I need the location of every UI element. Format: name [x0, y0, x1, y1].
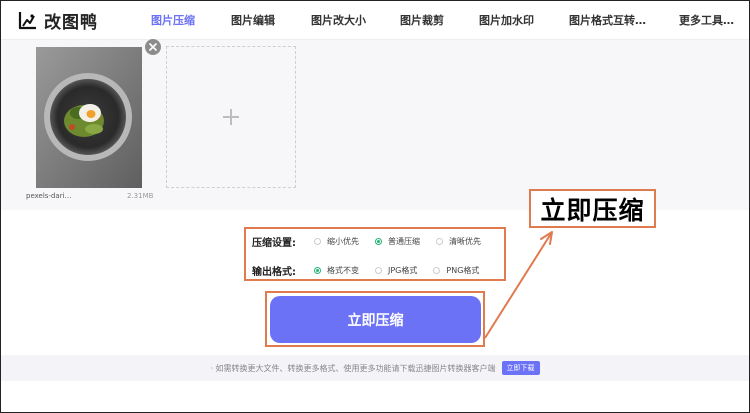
compress-setting-label: 压缩设置: — [252, 237, 296, 249]
logo-text: 改图鸭 — [44, 13, 98, 33]
nav-item-more-tools[interactable]: 更多工具… — [679, 12, 734, 28]
radio-label: 格式不变 — [327, 265, 359, 275]
radio-dot — [433, 266, 441, 274]
radio-label: 普通压缩 — [388, 236, 420, 246]
nav-item-resize[interactable]: 图片改大小 — [311, 12, 366, 28]
food-photo-thumbnail — [36, 47, 142, 188]
callout-label-box: 立即压缩 — [529, 189, 656, 228]
output-format-label: 输出格式: — [252, 266, 296, 278]
radio-label: JPG格式 — [388, 265, 418, 275]
callout-text: 立即压缩 — [540, 195, 645, 225]
radio-label: 缩小优先 — [327, 236, 359, 246]
top-header: 改图鸭 图片压缩 图片编辑 图片改大小 图片裁剪 图片加水印 图片格式互转… 更… — [0, 0, 750, 40]
nav-item-watermark[interactable]: 图片加水印 — [479, 12, 534, 28]
file-size: 2.31MB — [127, 192, 154, 200]
radio-dot-selected — [375, 237, 382, 245]
file-name: pexels-dari… — [26, 192, 72, 200]
nav-item-format-convert[interactable]: 图片格式互转… — [569, 12, 646, 28]
radio-format-unchanged[interactable]: 格式不变 — [314, 265, 359, 276]
radio-normal-compress[interactable]: 普通压缩 — [375, 236, 420, 247]
close-icon — [149, 43, 157, 51]
nav-item-crop[interactable]: 图片裁剪 — [400, 12, 444, 28]
radio-format-png[interactable]: PNG格式 — [433, 265, 479, 276]
plus-icon — [223, 109, 239, 125]
radio-dot-selected — [314, 266, 321, 274]
logo-icon — [18, 11, 36, 29]
nav-item-edit[interactable]: 图片编辑 — [231, 12, 275, 28]
compress-now-button[interactable]: 立即压缩 — [270, 296, 481, 343]
output-format-row: 输出格式: 格式不变 JPG格式 PNG格式 — [252, 263, 495, 278]
footer-bar: · 如需转换更大文件、转换更多格式、使用更多功能请下载迅捷图片转换器客户端 立即… — [0, 355, 750, 381]
radio-format-jpg[interactable]: JPG格式 — [375, 265, 417, 276]
add-image-button[interactable] — [166, 46, 296, 188]
remove-image-button[interactable] — [145, 39, 161, 55]
footer-note: · 如需转换更大文件、转换更多格式、使用更多功能请下载迅捷图片转换器客户端 — [210, 363, 496, 373]
compress-setting-row: 压缩设置: 缩小优先 普通压缩 清晰优先 — [252, 234, 497, 249]
radio-clarity-priority[interactable]: 清晰优先 — [436, 236, 481, 247]
radio-dot — [436, 237, 443, 245]
nav-item-compress[interactable]: 图片压缩 — [151, 12, 195, 28]
radio-dot — [314, 237, 321, 245]
radio-dot — [375, 266, 382, 274]
compression-settings-panel: 压缩设置: 缩小优先 普通压缩 清晰优先 输出格式: 格式不变 JPG格式 PN… — [244, 227, 506, 281]
download-client-button[interactable]: 立即下载 — [501, 361, 540, 375]
logo[interactable]: 改图鸭 — [16, 8, 98, 33]
radio-label: PNG格式 — [446, 265, 480, 275]
image-thumbnail-card[interactable] — [36, 47, 142, 188]
radio-size-priority[interactable]: 缩小优先 — [314, 236, 359, 247]
radio-label: 清晰优先 — [449, 236, 481, 246]
